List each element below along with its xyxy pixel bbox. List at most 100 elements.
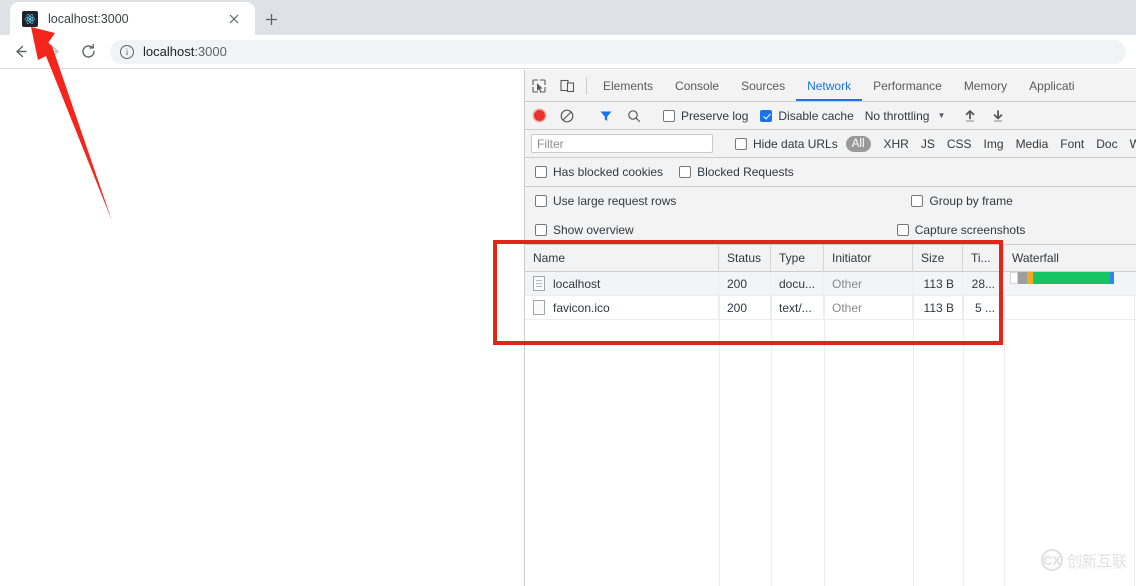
filter-type-xhr[interactable]: XHR [884,137,909,151]
devtools-tab-bar: Elements Console Sources Network Perform… [525,70,1136,102]
back-button[interactable] [6,38,34,66]
use-large-request-rows-checkbox[interactable]: Use large request rows [535,194,676,208]
cell-time: 28... [963,272,1004,296]
toolbar-divider [586,77,587,94]
tab-network[interactable]: Network [796,70,862,101]
filter-input[interactable] [531,134,713,153]
column-header-time[interactable]: Ti... [963,245,1004,272]
group-by-frame-checkbox[interactable]: Group by frame [911,194,1012,208]
column-header-size[interactable]: Size [913,245,963,272]
cell-waterfall [1004,272,1134,296]
overview-screenshots-options-row: Show overview Capture screenshots [525,216,1136,245]
has-blocked-cookies-label: Has blocked cookies [553,165,663,179]
group-by-frame-label: Group by frame [929,194,1012,208]
hide-data-urls-box[interactable] [735,138,747,150]
waterfall-segment-stalled [1018,272,1027,284]
hide-data-urls-checkbox[interactable]: Hide data URLs [735,137,838,151]
column-header-waterfall[interactable]: Waterfall [1004,245,1134,272]
table-header-row: Name Status Type Initiator Size Ti... Wa… [525,245,1136,272]
blocked-requests-checkbox[interactable]: Blocked Requests [679,165,794,179]
device-toolbar-icon[interactable] [553,70,581,101]
disable-cache-checkbox[interactable]: Disable cache [760,109,853,123]
address-bar[interactable]: i localhost:3000 [110,40,1126,64]
new-tab-button[interactable] [258,6,284,32]
disable-cache-label: Disable cache [778,109,853,123]
filter-type-media[interactable]: Media [1016,137,1049,151]
column-header-type[interactable]: Type [771,245,824,272]
column-header-status[interactable]: Status [719,245,771,272]
use-large-request-rows-box[interactable] [535,195,547,207]
group-by-frame-box[interactable] [911,195,923,207]
capture-screenshots-checkbox[interactable]: Capture screenshots [897,223,1026,237]
document-file-icon [533,276,545,291]
preserve-log-box[interactable] [663,110,675,122]
waterfall-segment-queueing [1010,272,1018,284]
cell-initiator: Other [824,272,913,296]
browser-tab-title: localhost:3000 [48,12,225,26]
network-request-table: Name Status Type Initiator Size Ti... Wa… [525,245,1136,586]
tab-console[interactable]: Console [664,70,730,101]
show-overview-checkbox[interactable]: Show overview [535,223,634,237]
has-blocked-cookies-checkbox[interactable]: Has blocked cookies [535,165,663,179]
throttling-label: No throttling [865,109,930,123]
url-host: localhost [143,44,194,59]
browser-nav-bar: i localhost:3000 [0,35,1136,69]
filter-type-js[interactable]: JS [921,137,935,151]
clear-prohibited-icon[interactable] [553,109,581,123]
tab-application[interactable]: Applicati [1018,70,1085,101]
filter-type-ws[interactable]: WS [1130,137,1136,151]
funnel-filter-icon[interactable] [592,109,620,123]
filter-type-all[interactable]: All [846,136,871,152]
has-blocked-cookies-box[interactable] [535,166,547,178]
filter-type-font[interactable]: Font [1060,137,1084,151]
filter-type-img[interactable]: Img [984,137,1004,151]
address-bar-url: localhost:3000 [143,44,227,59]
search-icon[interactable] [620,109,648,123]
network-filter-bar: Hide data URLs All XHR JS CSS Img Media … [525,130,1136,158]
download-arrow-icon[interactable] [984,109,1012,123]
tab-memory[interactable]: Memory [953,70,1018,101]
browser-tab[interactable]: localhost:3000 [10,2,255,35]
waterfall-segment-download [1033,272,1110,284]
chevron-down-icon[interactable]: ▼ [937,111,945,120]
throttling-dropdown[interactable]: No throttling ▼ [865,109,946,123]
column-header-initiator[interactable]: Initiator [824,245,913,272]
cell-status: 200 [719,272,771,296]
network-toolbar: Preserve log Disable cache No throttling… [525,102,1136,130]
rows-frame-options-row: Use large request rows Group by frame [525,187,1136,216]
browser-tab-strip: localhost:3000 [0,0,1136,35]
upload-arrow-icon[interactable] [956,109,984,123]
blocked-requests-box[interactable] [679,166,691,178]
tab-sources[interactable]: Sources [730,70,796,101]
blocked-requests-label: Blocked Requests [697,165,794,179]
tab-performance[interactable]: Performance [862,70,953,101]
waterfall-segment-finish [1110,272,1114,284]
inspect-element-icon[interactable] [525,70,553,101]
watermark-logo: CX [1041,549,1063,571]
preserve-log-checkbox[interactable]: Preserve log [663,109,748,123]
react-logo-icon [22,11,38,27]
record-circle-icon[interactable] [525,110,553,121]
filter-type-css[interactable]: CSS [947,137,972,151]
column-header-name[interactable]: Name [525,245,719,272]
watermark: CX 创新互联 CHUANG XIN HU LIAN [1041,543,1131,577]
url-port: :3000 [194,44,227,59]
devtools-panel: Elements Console Sources Network Perform… [524,70,1136,586]
show-overview-label: Show overview [553,223,634,237]
filter-type-doc[interactable]: Doc [1096,137,1117,151]
table-row[interactable]: localhost 200 docu... Other 113 B 28... [525,272,1136,296]
watermark-subtext: CHUANG XIN HU LIAN [1067,565,1123,570]
show-overview-box[interactable] [535,224,547,236]
cell-name[interactable]: localhost [525,272,719,296]
request-name: localhost [553,277,600,291]
capture-screenshots-label: Capture screenshots [915,223,1026,237]
reload-button[interactable] [74,38,102,66]
preserve-log-label: Preserve log [681,109,748,123]
tab-elements[interactable]: Elements [592,70,664,101]
info-circle-icon[interactable]: i [120,45,134,59]
capture-screenshots-box[interactable] [897,224,909,236]
close-icon[interactable] [225,10,243,28]
blocked-options-row: Has blocked cookies Blocked Requests [525,158,1136,187]
forward-button [40,38,68,66]
disable-cache-box[interactable] [760,110,772,122]
